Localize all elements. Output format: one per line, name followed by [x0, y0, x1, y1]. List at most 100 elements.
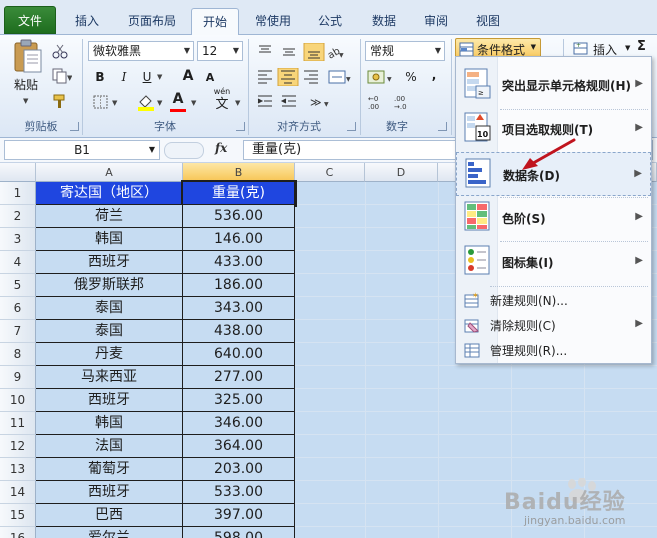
cell-country[interactable]: 爱尔兰: [36, 527, 183, 538]
indent-icons[interactable]: ≫ ▼: [256, 93, 346, 111]
paste-dropdown-arrow[interactable]: ▼: [23, 97, 28, 105]
tab-file[interactable]: 文件: [4, 6, 56, 34]
clipboard-launcher-icon[interactable]: [70, 122, 79, 131]
cell-weight[interactable]: 536.00: [183, 205, 295, 228]
cell-weight[interactable]: 598.00: [183, 527, 295, 538]
comma-button[interactable]: ,: [428, 65, 440, 85]
cell-country[interactable]: 西班牙: [36, 389, 183, 412]
row-header[interactable]: 12: [0, 435, 36, 458]
horizontal-align-icons[interactable]: [256, 67, 326, 87]
cell-country[interactable]: 西班牙: [36, 251, 183, 274]
percent-button[interactable]: %: [403, 67, 419, 87]
font-color-button[interactable]: A: [170, 89, 186, 109]
border-dropdown-arrow[interactable]: ▼: [112, 99, 117, 107]
cell-country[interactable]: 西班牙: [36, 481, 183, 504]
border-icon[interactable]: [93, 95, 109, 109]
tab-formulas[interactable]: 公式: [308, 8, 352, 35]
cell-country[interactable]: 丹麦: [36, 343, 183, 366]
vertical-align-icons[interactable]: [256, 42, 336, 62]
menu-item-manage-rules[interactable]: 管理规则(R)...: [456, 337, 651, 362]
row-header[interactable]: 3: [0, 228, 36, 251]
font-size-select[interactable]: 12 ▼: [197, 41, 243, 61]
grow-font-button[interactable]: A: [180, 66, 196, 86]
cut-icon[interactable]: [52, 43, 68, 59]
column-header-a[interactable]: A: [36, 163, 183, 182]
format-painter-icon[interactable]: [52, 93, 68, 109]
paste-button[interactable]: 粘贴: [8, 75, 44, 95]
column-header-c[interactable]: C: [295, 163, 365, 182]
font-name-select[interactable]: 微软雅黑 ▼: [88, 41, 194, 61]
header-cell-country[interactable]: 寄达国（地区）: [36, 182, 183, 205]
decimal-icons[interactable]: ←0.00.00 →.0: [368, 93, 420, 111]
tab-review[interactable]: 审阅: [414, 8, 458, 35]
cell-country[interactable]: 泰国: [36, 297, 183, 320]
cell-country[interactable]: 葡萄牙: [36, 458, 183, 481]
cell-weight[interactable]: 146.00: [183, 228, 295, 251]
cell-country[interactable]: 荷兰: [36, 205, 183, 228]
cell-weight[interactable]: 533.00: [183, 481, 295, 504]
underline-dropdown-arrow[interactable]: ▼: [157, 73, 162, 81]
cell-weight[interactable]: 397.00: [183, 504, 295, 527]
merge-center-icon[interactable]: ▼: [328, 68, 352, 86]
insert-function-icon[interactable]: fx: [215, 141, 227, 155]
column-header-b[interactable]: B: [183, 163, 295, 182]
number-format-select[interactable]: 常规 ▼: [365, 41, 445, 61]
tab-insert[interactable]: 插入: [64, 8, 110, 35]
row-header[interactable]: 13: [0, 458, 36, 481]
cell-country[interactable]: 韩国: [36, 412, 183, 435]
italic-button[interactable]: I: [116, 67, 132, 87]
row-header[interactable]: 11: [0, 412, 36, 435]
tab-common[interactable]: 常使用: [248, 8, 298, 35]
cell-country[interactable]: 法国: [36, 435, 183, 458]
cell-country[interactable]: 巴西: [36, 504, 183, 527]
fill-color-dropdown-arrow[interactable]: ▼: [157, 99, 162, 107]
cell-weight[interactable]: 277.00: [183, 366, 295, 389]
cell-weight[interactable]: 346.00: [183, 412, 295, 435]
menu-item-color-scales[interactable]: 色阶(S) ▶: [456, 196, 651, 240]
phonetic-button[interactable]: 文: [212, 95, 232, 115]
formula-bar-splitter[interactable]: [164, 142, 204, 159]
font-launcher-icon[interactable]: [236, 122, 245, 131]
menu-item-icon-sets[interactable]: 图标集(I) ▶: [456, 240, 651, 284]
copy-icon[interactable]: ▼: [52, 68, 73, 84]
header-cell-weight[interactable]: 重量(克): [181, 180, 297, 207]
row-header[interactable]: 1: [0, 182, 36, 205]
tab-home[interactable]: 开始: [191, 8, 239, 37]
row-header[interactable]: 5: [0, 274, 36, 297]
cell-country[interactable]: 韩国: [36, 228, 183, 251]
shrink-font-button[interactable]: A: [203, 68, 217, 88]
row-header[interactable]: 15: [0, 504, 36, 527]
font-color-dropdown-arrow[interactable]: ▼: [191, 99, 196, 107]
menu-item-clear-rules[interactable]: 清除规则(C) ▶: [456, 312, 651, 337]
paste-icon[interactable]: [12, 39, 44, 75]
row-header[interactable]: 10: [0, 389, 36, 412]
cell-weight[interactable]: 203.00: [183, 458, 295, 481]
cell-weight[interactable]: 438.00: [183, 320, 295, 343]
cell-weight[interactable]: 433.00: [183, 251, 295, 274]
row-header[interactable]: 4: [0, 251, 36, 274]
row-header[interactable]: 9: [0, 366, 36, 389]
cell-country[interactable]: 泰国: [36, 320, 183, 343]
number-launcher-icon[interactable]: [438, 122, 447, 131]
column-header-d[interactable]: D: [365, 163, 438, 182]
menu-item-highlight-rules[interactable]: ≥ 突出显示单元格规则(H) ▶: [456, 63, 651, 107]
row-header[interactable]: 2: [0, 205, 36, 228]
tab-page-layout[interactable]: 页面布局: [118, 8, 186, 35]
row-header[interactable]: 14: [0, 481, 36, 504]
row-header[interactable]: 16: [0, 527, 36, 538]
row-header[interactable]: 6: [0, 297, 36, 320]
cell-weight[interactable]: 325.00: [183, 389, 295, 412]
orientation-icon[interactable]: ab ▼: [326, 43, 346, 62]
tab-view[interactable]: 视图: [466, 8, 510, 35]
cell-weight[interactable]: 186.00: [183, 274, 295, 297]
menu-item-new-rule[interactable]: ✶ 新建规则(N)...: [456, 287, 651, 312]
row-header[interactable]: 8: [0, 343, 36, 366]
alignment-launcher-icon[interactable]: [347, 122, 356, 131]
underline-button[interactable]: U: [139, 67, 155, 87]
accounting-format-icon[interactable]: ▼: [367, 68, 397, 86]
cell-country[interactable]: 俄罗斯联邦: [36, 274, 183, 297]
cell-weight[interactable]: 343.00: [183, 297, 295, 320]
select-all-corner[interactable]: [0, 163, 36, 182]
bold-button[interactable]: B: [92, 67, 108, 87]
name-box[interactable]: B1 ▼: [4, 140, 160, 160]
